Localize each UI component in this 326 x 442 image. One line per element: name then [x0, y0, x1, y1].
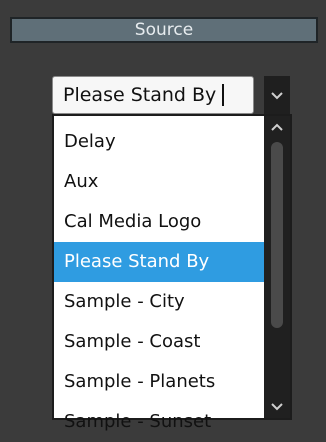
text-caret [222, 84, 225, 106]
chevron-down-icon [271, 403, 283, 411]
list-item-cal-media-logo[interactable]: Cal Media Logo [54, 202, 266, 242]
scroll-down-button[interactable] [264, 394, 290, 418]
combobox-dropdown-button[interactable] [264, 76, 290, 114]
combobox-value: Please Stand By [63, 84, 217, 106]
combobox-field[interactable]: Please Stand By [52, 76, 254, 114]
list-item-aux[interactable]: Aux [54, 162, 266, 202]
scrollbar-thumb[interactable] [271, 142, 283, 328]
source-dropdown-list[interactable]: Delay Aux Cal Media Logo Please Stand By… [52, 114, 292, 432]
dropdown-scrollbar[interactable] [264, 116, 290, 418]
list-item-please-stand-by[interactable]: Please Stand By [54, 242, 266, 282]
chevron-down-icon [271, 92, 283, 100]
source-combobox[interactable]: Please Stand By [52, 76, 290, 114]
source-header: Source [10, 17, 318, 43]
chevron-up-icon [271, 123, 283, 131]
list-item-sample-city[interactable]: Sample - City [54, 282, 266, 322]
source-title: Source [134, 20, 194, 40]
list-item-delay[interactable]: Delay [54, 122, 266, 162]
list-item-sample-planets[interactable]: Sample - Planets [54, 362, 266, 402]
scroll-up-button[interactable] [264, 116, 290, 140]
list-item-sample-sunset[interactable]: Sample - Sunset [54, 402, 266, 442]
list-item-sample-coast[interactable]: Sample - Coast [54, 322, 266, 362]
